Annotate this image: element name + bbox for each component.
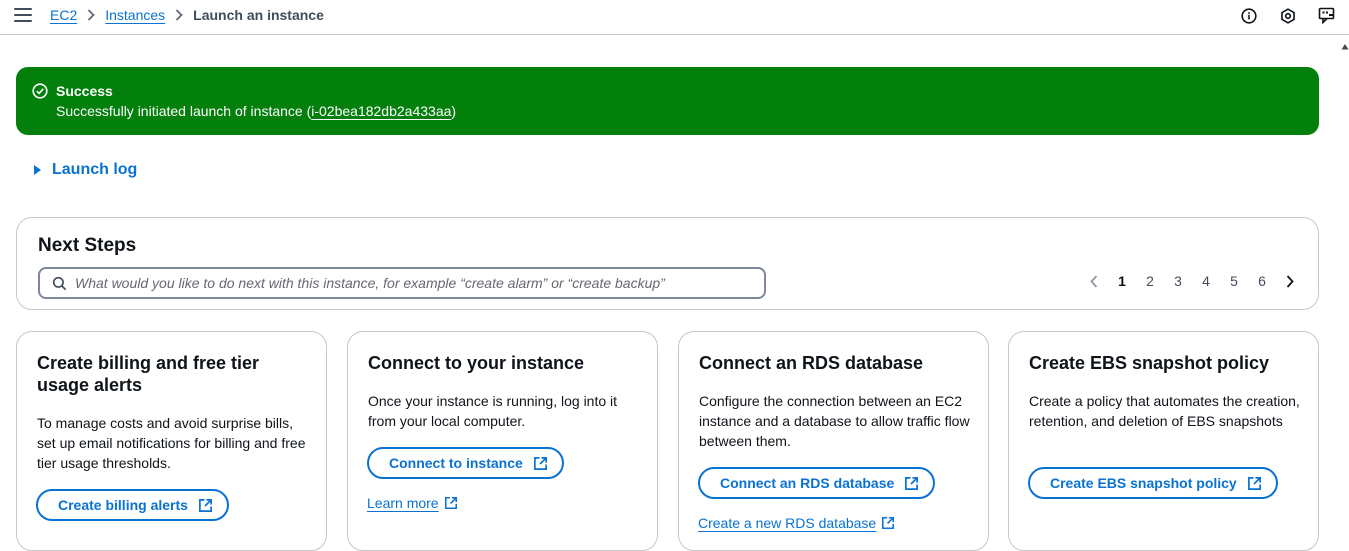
top-icons-group	[1239, 6, 1349, 26]
button-label: Connect to instance	[389, 455, 523, 471]
breadcrumb: EC2 Instances Launch an instance	[50, 7, 324, 23]
next-page-icon[interactable]	[1282, 273, 1298, 289]
page-1-button[interactable]: 1	[1108, 273, 1136, 289]
card-description: Configure the connection between an EC2 …	[699, 393, 970, 449]
page-2-button[interactable]: 2	[1136, 273, 1164, 289]
scroll-up-arrow-icon[interactable]	[1341, 38, 1349, 50]
pagination: 1 2 3 4 5 6	[1086, 273, 1298, 289]
chevron-right-icon	[87, 9, 96, 21]
launch-log-expander[interactable]: Launch log	[34, 161, 137, 179]
button-label: Create EBS snapshot policy	[1050, 475, 1237, 491]
external-link-icon	[904, 476, 919, 491]
page-4-button[interactable]: 4	[1192, 273, 1220, 289]
breadcrumb-current: Launch an instance	[193, 7, 324, 23]
breadcrumb-instances-link[interactable]: Instances	[105, 7, 165, 23]
external-link-icon	[881, 516, 895, 530]
card-ebs-snapshot: Create EBS snapshot policy Create a poli…	[1008, 331, 1319, 551]
instance-id-link[interactable]: i-02bea182db2a433aa	[311, 103, 451, 119]
page-6-button[interactable]: 6	[1248, 273, 1276, 289]
check-circle-icon	[32, 83, 48, 99]
next-steps-search-input[interactable]	[75, 275, 764, 291]
learn-more-link[interactable]: Learn more	[367, 495, 458, 511]
external-link-icon	[444, 496, 458, 510]
success-flashbar: Success Successfully initiated launch of…	[16, 67, 1319, 135]
connect-to-instance-button[interactable]: Connect to instance	[367, 447, 564, 479]
flash-message: Successfully initiated launch of instanc…	[56, 103, 456, 119]
next-steps-title: Next Steps	[38, 235, 137, 256]
external-link-icon	[1247, 476, 1262, 491]
create-ebs-snapshot-policy-button[interactable]: Create EBS snapshot policy	[1028, 467, 1278, 499]
feedback-icon[interactable]	[1317, 6, 1337, 26]
card-rds-database: Connect an RDS database Configure the co…	[678, 331, 989, 551]
next-steps-panel: Next Steps 1 2 3 4 5 6	[16, 217, 1319, 310]
card-title: Create EBS snapshot policy	[1029, 353, 1270, 373]
card-title: Connect an RDS database	[699, 353, 924, 373]
button-label: Connect an RDS database	[720, 475, 895, 491]
top-navigation-bar: EC2 Instances Launch an instance	[0, 0, 1349, 35]
card-description: Create a policy that automates the creat…	[1029, 393, 1300, 429]
menu-hamburger-icon[interactable]	[14, 8, 32, 24]
launch-log-label: Launch log	[52, 161, 138, 178]
button-label: Create billing alerts	[58, 497, 188, 513]
page-3-button[interactable]: 3	[1164, 273, 1192, 289]
flash-message-suffix: )	[451, 103, 457, 119]
flash-title: Success	[56, 83, 113, 99]
settings-hex-icon[interactable]	[1278, 6, 1298, 26]
chevron-right-icon	[175, 9, 183, 21]
card-description: To manage costs and avoid surprise bills…	[37, 415, 306, 471]
connect-rds-database-button[interactable]: Connect an RDS database	[698, 467, 936, 499]
page-5-button[interactable]: 5	[1220, 273, 1248, 289]
create-rds-database-link[interactable]: Create a new RDS database	[698, 515, 895, 531]
card-connect-instance: Connect to your instance Once your insta…	[347, 331, 658, 551]
card-title: Connect to your instance	[368, 353, 585, 373]
external-link-icon	[533, 456, 548, 471]
card-title: Create billing and free tier usage alert…	[37, 353, 260, 395]
link-label: Learn more	[367, 495, 439, 511]
info-icon[interactable]	[1239, 6, 1259, 26]
create-billing-alerts-button[interactable]: Create billing alerts	[36, 489, 229, 521]
next-steps-search	[38, 267, 766, 299]
search-icon	[52, 276, 67, 291]
external-link-icon	[198, 498, 213, 513]
previous-page-icon[interactable]	[1086, 273, 1102, 289]
flash-message-prefix: Successfully initiated launch of instanc…	[56, 103, 312, 119]
card-billing-alerts: Create billing and free tier usage alert…	[16, 331, 327, 551]
caret-right-icon	[34, 165, 41, 175]
breadcrumb-ec2-link[interactable]: EC2	[50, 7, 77, 23]
card-description: Once your instance is running, log into …	[368, 393, 618, 429]
link-label: Create a new RDS database	[698, 515, 877, 531]
